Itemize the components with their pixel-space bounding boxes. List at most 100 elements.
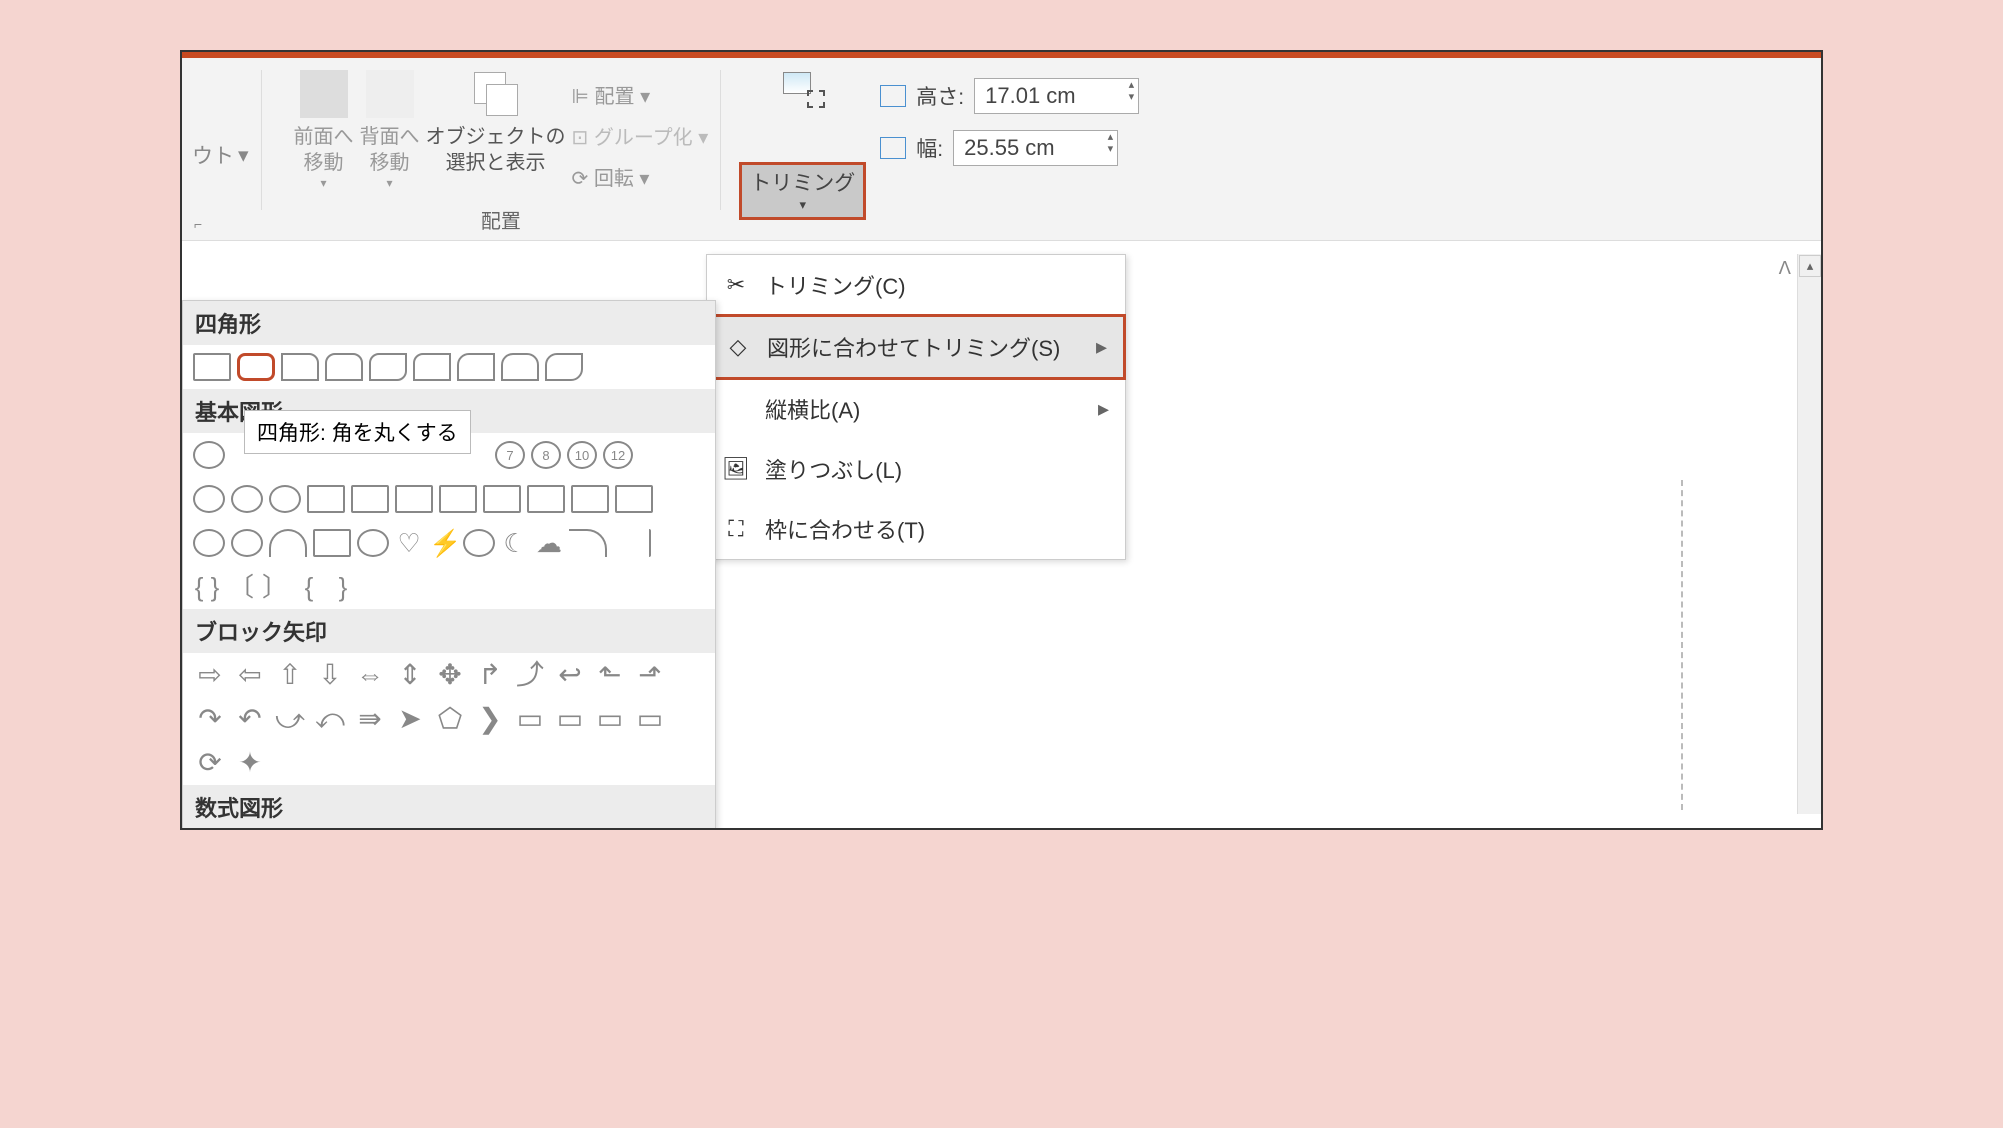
shape-round-same[interactable]: [501, 353, 539, 381]
width-input[interactable]: 25.55 cm: [953, 130, 1118, 166]
shape-left-arrow[interactable]: ⇦: [233, 661, 267, 689]
shape-moon[interactable]: ☾: [501, 529, 529, 557]
shape-quad-callout[interactable]: ✦: [233, 749, 267, 777]
shape-no-symbol[interactable]: [231, 529, 263, 557]
rotate-button[interactable]: ⟳ 回転 ▾: [572, 156, 709, 197]
shape-plaque[interactable]: [527, 485, 565, 513]
shape-chord[interactable]: [269, 485, 301, 513]
shape-oval[interactable]: [193, 441, 225, 469]
align-button[interactable]: ⊫ 配置 ▾: [572, 74, 709, 115]
shape-curved-up[interactable]: ⤻: [273, 705, 307, 733]
shape-snip-same[interactable]: [325, 353, 363, 381]
menu-item-fit[interactable]: ⛶ 枠に合わせる(T): [707, 499, 1125, 559]
shape-right-callout[interactable]: ▭: [513, 705, 547, 733]
collapse-ribbon-icon[interactable]: ᐱ: [1779, 258, 1791, 279]
shape-bent-up-arrow[interactable]: ⬏: [633, 661, 667, 689]
category-block-arrows: ブロック矢印: [183, 609, 715, 653]
shape-quad-arrow[interactable]: ✥: [433, 661, 467, 689]
shape-l-shape[interactable]: [395, 485, 433, 513]
shape-cloud[interactable]: ☁: [535, 529, 563, 557]
shape-cube[interactable]: [615, 485, 653, 513]
shape-rectangle[interactable]: [193, 353, 231, 381]
group-divider: [261, 70, 262, 210]
shape-corner-arrow[interactable]: ⤴: [513, 661, 547, 689]
shape-diagonal[interactable]: [439, 485, 477, 513]
shape-donut[interactable]: [193, 529, 225, 557]
shape-snip-single[interactable]: [281, 353, 319, 381]
shape-up-callout[interactable]: ▭: [633, 705, 667, 733]
menu-item-crop[interactable]: ✂ トリミング(C): [707, 255, 1125, 315]
shape-arc[interactable]: [269, 529, 307, 557]
arrange-group: 前面へ 移動 ▾ 背面へ 移動 ▾ オブジェクトの 選択と表示 ⊫ 配置 ▾ ⊡…: [294, 70, 709, 236]
selection-pane-button[interactable]: オブジェクトの 選択と表示: [426, 70, 566, 176]
shape-teardrop[interactable]: [231, 485, 263, 513]
shape-right-brace[interactable]: }: [329, 573, 357, 601]
shape-crop-icon: ◇: [725, 334, 751, 360]
shape-bracket[interactable]: [613, 529, 651, 557]
shape-notched-right[interactable]: ➤: [393, 705, 427, 733]
shape-uturn-arrow[interactable]: ↩: [553, 661, 587, 689]
shape-pentagon[interactable]: ⬠: [433, 705, 467, 733]
shape-circular-arrow[interactable]: ⟳: [193, 749, 227, 777]
shape-bent-arrow[interactable]: ↱: [473, 661, 507, 689]
bring-forward-button[interactable]: 前面へ 移動 ▾: [294, 70, 354, 192]
shape-up-down-arrow[interactable]: ⇕: [393, 661, 427, 689]
shape-curved-left[interactable]: ↶: [233, 705, 267, 733]
shape-round-diag[interactable]: [545, 353, 583, 381]
shape-pie[interactable]: [193, 485, 225, 513]
shape-curved-right[interactable]: ↷: [193, 705, 227, 733]
shape-down-arrow[interactable]: ⇩: [313, 661, 347, 689]
shape-curved-down[interactable]: ⤺: [313, 705, 347, 733]
shape-left-bracket[interactable]: 〔: [227, 573, 255, 601]
slide-guide: [1681, 480, 1683, 810]
shape-heart[interactable]: ♡: [395, 529, 423, 557]
category-equation-shapes: 数式図形: [183, 785, 715, 829]
shape-sun[interactable]: [463, 529, 495, 557]
shape-dodecagon[interactable]: 12: [603, 441, 633, 469]
shape-left-brace[interactable]: {: [295, 573, 323, 601]
height-input[interactable]: 17.01 cm: [974, 78, 1139, 114]
shape-right-bracket[interactable]: 〕: [261, 573, 289, 601]
crop-dropdown-menu: ✂ トリミング(C) ◇ 図形に合わせてトリミング(S) ▸ 縦横比(A) ▸ …: [706, 254, 1126, 560]
shape-left-right-arrow[interactable]: ⇔: [353, 661, 387, 689]
shape-round-single[interactable]: [457, 353, 495, 381]
shape-smiley[interactable]: [357, 529, 389, 557]
shape-heptagon[interactable]: 7: [495, 441, 525, 469]
menu-item-crop-to-shape[interactable]: ◇ 図形に合わせてトリミング(S) ▸: [706, 314, 1126, 380]
fill-icon: 🖼: [723, 456, 749, 482]
shape-lightning[interactable]: ⚡: [429, 529, 457, 557]
shape-striped-right[interactable]: ⇛: [353, 705, 387, 733]
layout-button-partial[interactable]: ウト▾: [192, 70, 249, 170]
scroll-up-button[interactable]: ▴: [1799, 255, 1821, 277]
shape-down-callout[interactable]: ▭: [553, 705, 587, 733]
shape-snip-diag[interactable]: [369, 353, 407, 381]
shape-arc2[interactable]: [569, 529, 607, 557]
group-button[interactable]: ⊡ グループ化 ▾: [572, 115, 709, 156]
shape-left-callout[interactable]: ▭: [593, 705, 627, 733]
shape-folded-corner[interactable]: [313, 529, 351, 557]
shape-tooltip: 四角形: 角を丸くする: [244, 410, 471, 454]
menu-item-fill[interactable]: 🖼 塗りつぶし(L): [707, 439, 1125, 499]
category-rectangles: 四角形: [183, 301, 715, 345]
shape-right-arrow[interactable]: ⇨: [193, 661, 227, 689]
height-icon: [880, 85, 906, 107]
send-backward-button[interactable]: 背面へ 移動 ▾: [360, 70, 420, 192]
shape-snip-round[interactable]: [413, 353, 451, 381]
shape-can[interactable]: [571, 485, 609, 513]
submenu-arrow-icon: ▸: [1096, 334, 1107, 360]
shape-chevron[interactable]: ❯: [473, 705, 507, 733]
shape-rounded-rectangle[interactable]: [237, 353, 275, 381]
shape-left-up-arrow[interactable]: ⬑: [593, 661, 627, 689]
vertical-scrollbar[interactable]: ▴: [1797, 254, 1821, 814]
arrange-side-buttons: ⊫ 配置 ▾ ⊡ グループ化 ▾ ⟳ 回転 ▾: [572, 74, 709, 197]
shape-up-arrow[interactable]: ⇧: [273, 661, 307, 689]
shape-decagon[interactable]: 10: [567, 441, 597, 469]
shape-cross[interactable]: [483, 485, 521, 513]
crop-button[interactable]: トリミング ▾: [739, 162, 866, 220]
shape-octagon[interactable]: 8: [531, 441, 561, 469]
shape-half-frame[interactable]: [351, 485, 389, 513]
shape-double-brace[interactable]: { }: [193, 573, 221, 601]
shape-frame[interactable]: [307, 485, 345, 513]
dialog-launcher-icon[interactable]: ⌐: [194, 216, 202, 232]
menu-item-aspect-ratio[interactable]: 縦横比(A) ▸: [707, 379, 1125, 439]
